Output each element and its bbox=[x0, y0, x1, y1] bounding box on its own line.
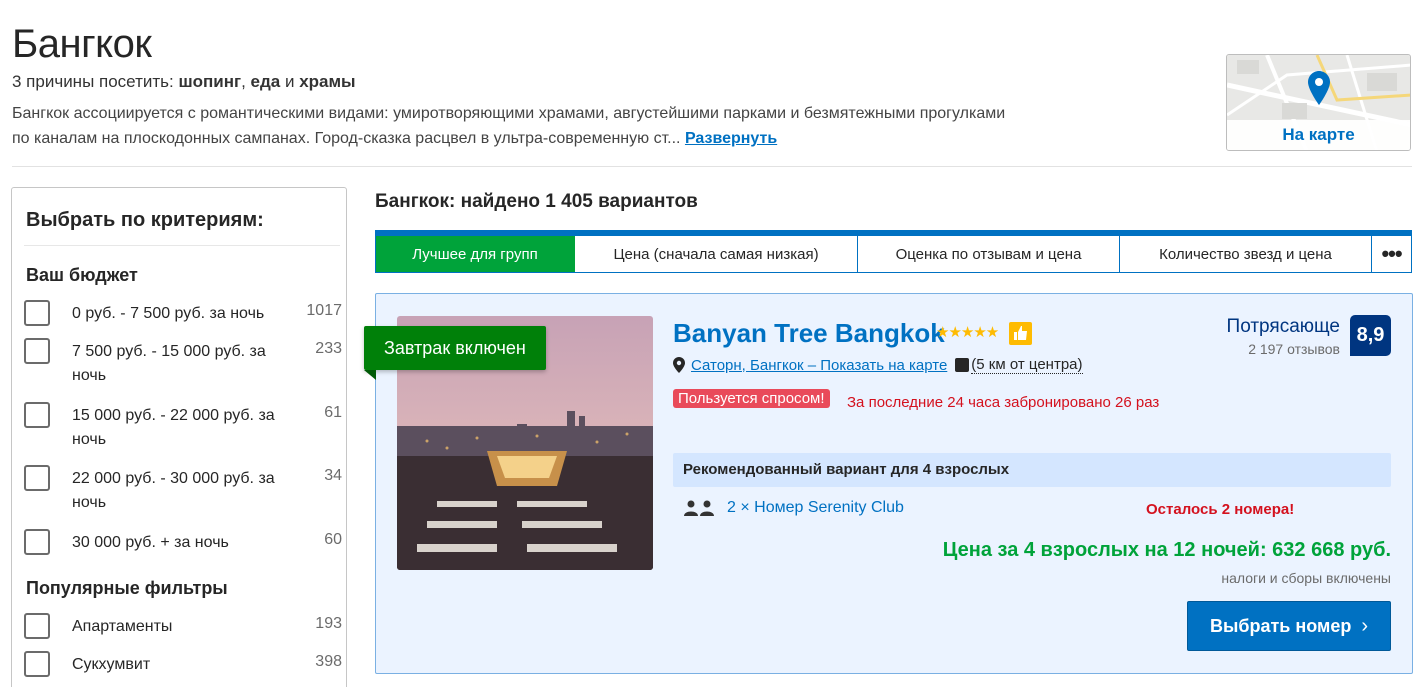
location-pin-icon bbox=[673, 357, 685, 373]
checkbox[interactable] bbox=[24, 529, 50, 555]
map-thumbnail[interactable]: На карте bbox=[1226, 54, 1411, 151]
filter-count: 398 bbox=[315, 653, 342, 670]
filter-count: 193 bbox=[315, 615, 342, 632]
room-type[interactable]: 2 × Номер Serenity Club bbox=[727, 499, 904, 517]
ribbon-tail bbox=[364, 370, 376, 380]
checkbox[interactable] bbox=[24, 300, 50, 326]
checkbox[interactable] bbox=[24, 651, 50, 677]
filter-label: 7 500 руб. - 15 000 руб. за ночь bbox=[72, 343, 266, 384]
results-title: Бангкок: найдено 1 405 вариантов bbox=[375, 191, 698, 212]
filter-label: Сукхумвит bbox=[72, 656, 151, 673]
description-line-1: Бангкок ассоциируется с романтическими в… bbox=[12, 105, 1006, 122]
sort-tab-price[interactable]: Цена (сначала самая низкая) bbox=[575, 236, 858, 272]
price: Цена за 4 взрослых на 12 ночей: 632 668 … bbox=[942, 539, 1391, 561]
filter-label: 0 руб. - 7 500 руб. за ночь bbox=[72, 305, 265, 322]
checkbox[interactable] bbox=[24, 338, 50, 364]
chevron-right-icon: › bbox=[1361, 614, 1368, 637]
map-pin-icon bbox=[1308, 71, 1330, 105]
reason-shopping: шопинг bbox=[178, 72, 242, 91]
filter-count: 60 bbox=[324, 531, 342, 548]
rooms-left-warning: Осталось 2 номера! bbox=[1146, 501, 1295, 518]
review-score-badge: 8,9 bbox=[1350, 315, 1391, 356]
expand-link[interactable]: Развернуть bbox=[685, 130, 777, 147]
description-line-2: по каналам на плоскодонных сампанах. Гор… bbox=[12, 130, 681, 147]
reasons-prefix: 3 причины посетить: bbox=[12, 72, 179, 91]
room-line: 2 × Номер Serenity Club bbox=[683, 499, 904, 517]
reasons-sep: , bbox=[241, 72, 251, 91]
sidebar-title: Выбрать по критериям: bbox=[26, 209, 264, 231]
demand-badge: Пользуется спросом! bbox=[673, 389, 830, 408]
header-divider bbox=[12, 166, 1412, 167]
filter-count: 34 bbox=[324, 467, 342, 484]
review-count[interactable]: 2 197 отзывов bbox=[1248, 341, 1340, 357]
select-room-button[interactable]: Выбрать номер › bbox=[1187, 601, 1391, 651]
checkbox[interactable] bbox=[24, 613, 50, 639]
reasons-and: и bbox=[280, 72, 300, 91]
filter-sidebar: Выбрать по критериям: Ваш бюджет 0 руб. … bbox=[11, 187, 347, 687]
filter-count: 61 bbox=[324, 404, 342, 421]
map-label: На карте bbox=[1227, 120, 1410, 150]
breakfast-ribbon: Завтрак включен bbox=[364, 326, 546, 370]
distance-map-icon bbox=[955, 358, 970, 372]
city-description: Бангкок ассоциируется с романтическими в… bbox=[12, 101, 1162, 151]
taxes-note: налоги и сборы включены bbox=[1221, 570, 1391, 586]
sort-tab-review-price[interactable]: Оценка по отзывам и цена bbox=[858, 236, 1120, 272]
checkbox[interactable] bbox=[24, 465, 50, 491]
filter-count: 233 bbox=[315, 340, 342, 357]
popular-group-title: Популярные фильтры bbox=[26, 578, 228, 598]
sort-bar: Лучшее для групп Цена (сначала самая низ… bbox=[375, 230, 1412, 273]
reasons-line: 3 причины посетить: шопинг, еда и храмы bbox=[12, 72, 356, 92]
city-title: Бангкок bbox=[12, 22, 152, 66]
filter-label: 15 000 руб. - 22 000 руб. за ночь bbox=[72, 407, 275, 448]
star-rating: ★★★★★ bbox=[936, 324, 999, 341]
recommended-bar: Рекомендованный вариант для 4 взрослых bbox=[673, 453, 1391, 487]
hotel-location: Саторн, Бангкок – Показать на карте (5 к… bbox=[673, 356, 1083, 374]
checkbox[interactable] bbox=[24, 402, 50, 428]
sort-more-button[interactable]: ••• bbox=[1372, 236, 1411, 272]
sidebar-divider bbox=[24, 245, 340, 246]
select-room-label: Выбрать номер bbox=[1210, 615, 1352, 636]
people-icon bbox=[684, 500, 714, 516]
hotel-card: Завтрак включен Banyan Tree Bangkok ★★★★… bbox=[364, 293, 1413, 674]
filter-label: Апартаменты bbox=[72, 618, 173, 635]
sort-tab-best-for-groups[interactable]: Лучшее для групп bbox=[376, 236, 575, 272]
show-on-map-link[interactable]: Саторн, Бангкок – Показать на карте bbox=[691, 357, 947, 374]
hotel-name-link[interactable]: Banyan Tree Bangkok bbox=[673, 318, 945, 349]
filter-label: 22 000 руб. - 30 000 руб. за ночь bbox=[72, 470, 275, 511]
reason-temples: храмы bbox=[299, 72, 356, 91]
rating-word: Потрясающе bbox=[1226, 316, 1340, 337]
reason-food: еда bbox=[250, 72, 281, 91]
thumbs-up-icon bbox=[1009, 322, 1032, 345]
filter-label: 30 000 руб. + за ночь bbox=[72, 534, 229, 551]
filter-count: 1017 bbox=[306, 302, 342, 319]
distance-text: (5 км от центра) bbox=[971, 356, 1083, 374]
budget-group-title: Ваш бюджет bbox=[26, 265, 138, 285]
sort-tab-stars-price[interactable]: Количество звезд и цена bbox=[1120, 236, 1372, 272]
